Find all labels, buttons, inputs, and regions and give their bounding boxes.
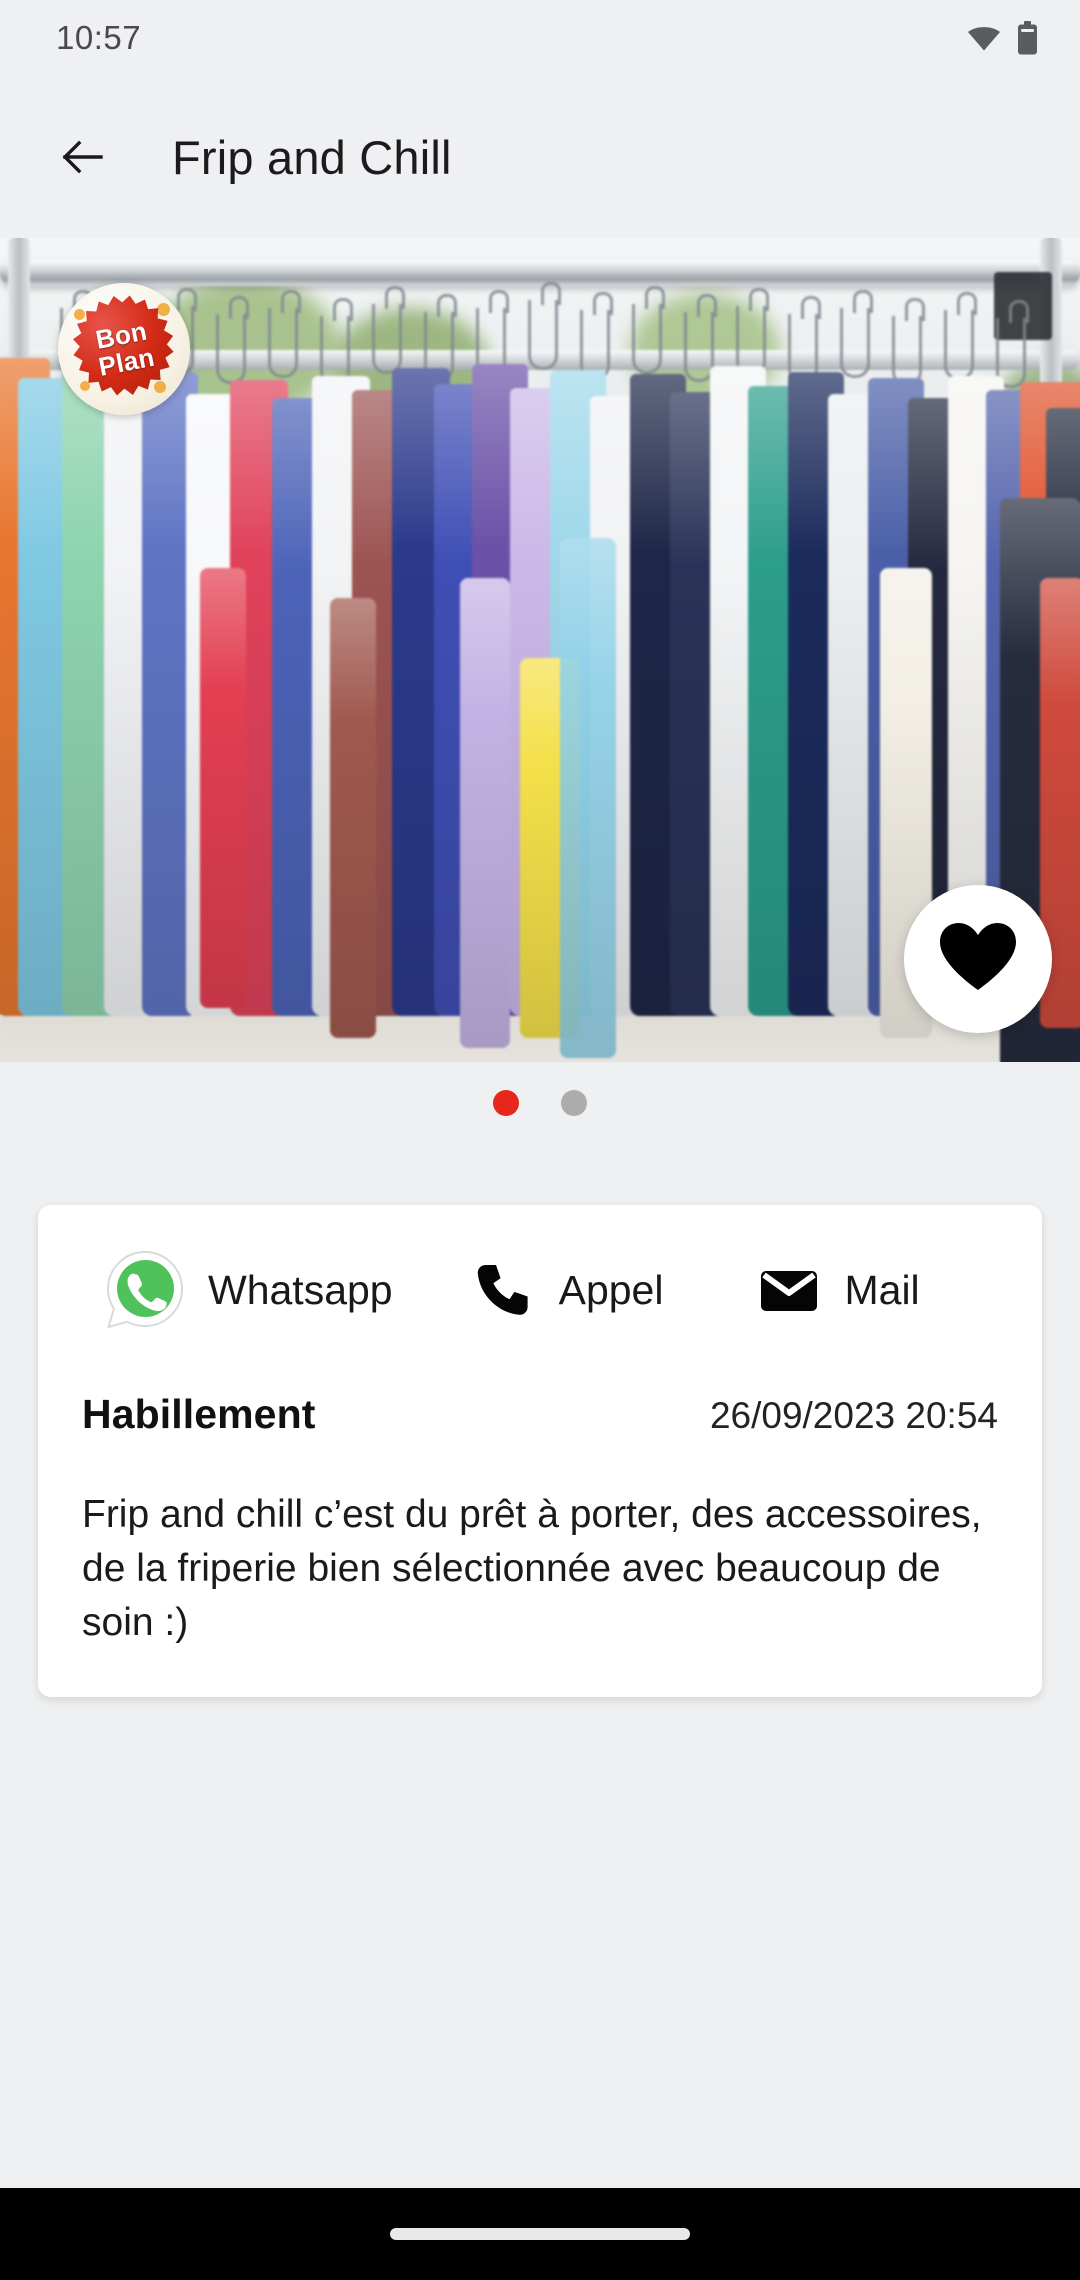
bon-plan-badge: Bon Plan bbox=[58, 283, 190, 415]
favorite-button[interactable] bbox=[904, 885, 1052, 1033]
home-indicator[interactable] bbox=[390, 2228, 690, 2240]
carousel-dot-1[interactable] bbox=[493, 1090, 519, 1116]
wifi-icon bbox=[967, 25, 1001, 51]
carousel-indicator bbox=[0, 1090, 1080, 1116]
description-text: Frip and chill c’est du prêt à porter, d… bbox=[82, 1493, 982, 1644]
back-button[interactable] bbox=[46, 120, 120, 194]
posted-date: 26/09/2023 20:54 bbox=[709, 1395, 998, 1436]
contact-actions-row: Whatsapp Appel Mail bbox=[82, 1249, 998, 1331]
image-carousel[interactable]: Bon Plan bbox=[0, 238, 1080, 1062]
contact-whatsapp[interactable]: Whatsapp bbox=[104, 1249, 393, 1331]
contact-call[interactable]: Appel bbox=[473, 1260, 664, 1320]
category-label: Habillement bbox=[82, 1391, 316, 1437]
mail-icon bbox=[758, 1259, 820, 1321]
status-icons bbox=[967, 21, 1038, 55]
info-card: Whatsapp Appel Mail Habillement 26/09/20… bbox=[38, 1205, 1042, 1698]
phone-icon bbox=[473, 1260, 533, 1320]
battery-icon bbox=[1017, 21, 1038, 55]
page-title: Frip and Chill bbox=[172, 130, 452, 184]
whatsapp-icon bbox=[104, 1249, 186, 1331]
status-bar: 10:57 bbox=[0, 0, 1080, 76]
arrow-left-icon bbox=[60, 134, 106, 180]
meta-row: Habillement 26/09/2023 20:54 bbox=[82, 1391, 998, 1438]
contact-mail[interactable]: Mail bbox=[758, 1259, 920, 1321]
heart-icon bbox=[938, 919, 1018, 999]
contact-label-mail: Mail bbox=[844, 1266, 920, 1313]
contact-label-whatsapp: Whatsapp bbox=[208, 1266, 393, 1313]
carousel-dot-2[interactable] bbox=[561, 1090, 587, 1116]
contact-label-call: Appel bbox=[558, 1266, 664, 1313]
app-bar: Frip and Chill bbox=[0, 76, 1080, 238]
status-time: 10:57 bbox=[56, 19, 142, 56]
system-navigation-bar bbox=[0, 2188, 1080, 2280]
